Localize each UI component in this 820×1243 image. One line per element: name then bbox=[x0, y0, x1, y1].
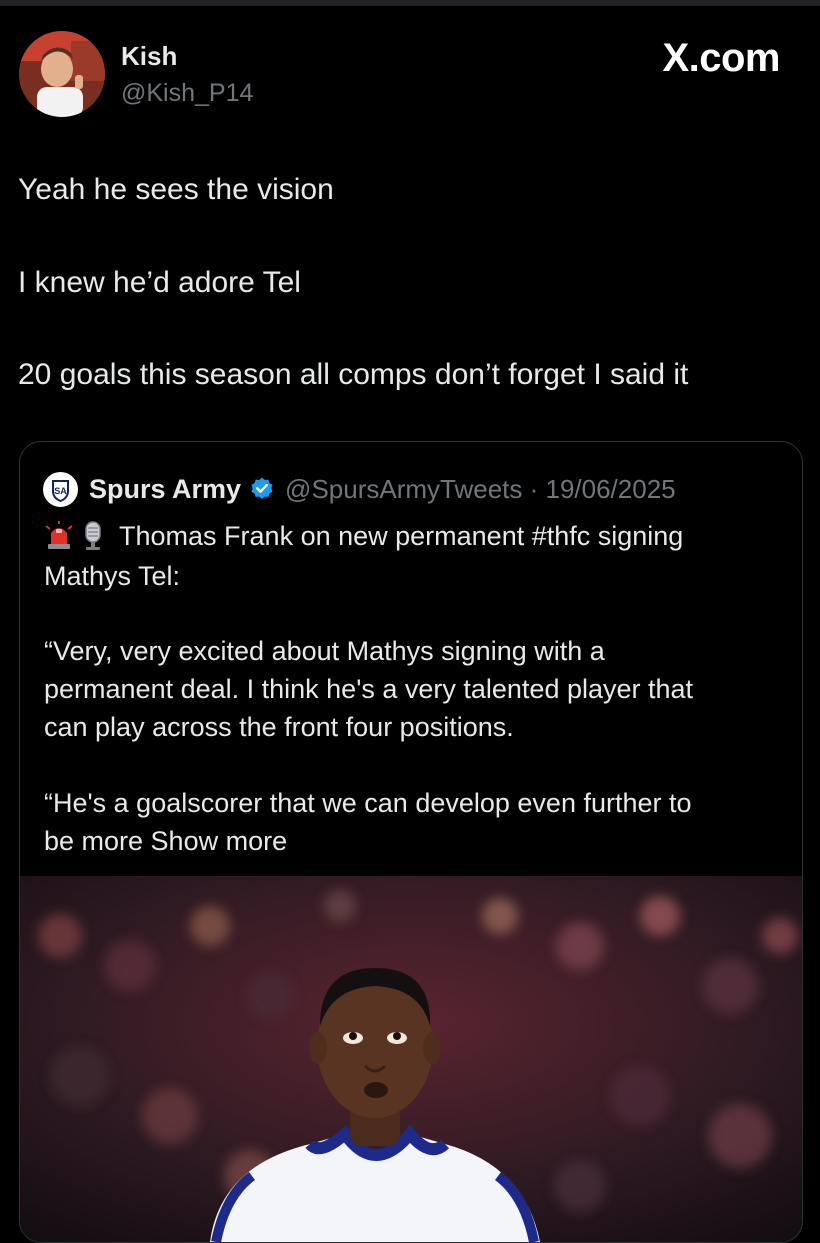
quoted-text-line: Thomas Frank on new permanent #thfc sign… bbox=[44, 520, 683, 552]
quoted-tweet-header: SA Spurs Army @SpursArmyTweets · 19/06/2… bbox=[43, 471, 676, 507]
author-handle[interactable]: @Kish_P14 bbox=[121, 79, 253, 108]
author-name[interactable]: Kish bbox=[121, 41, 177, 72]
tweet-text-line: I knew he’d adore Tel bbox=[18, 266, 301, 299]
quoted-text-line[interactable]: be more Show more bbox=[44, 826, 287, 857]
top-bar bbox=[0, 0, 820, 6]
quoted-text-line: “Very, very excited about Mathys signing… bbox=[44, 636, 605, 666]
avatar-image bbox=[19, 31, 105, 117]
tweet-text-line: 20 goals this season all comps don’t for… bbox=[18, 358, 689, 391]
quoted-text-line: “He's a goalscorer that we can develop e… bbox=[44, 788, 692, 818]
quoted-author-name[interactable]: Spurs Army bbox=[89, 474, 241, 505]
quoted-text-line: can play across the front four positions… bbox=[44, 712, 514, 742]
author-avatar[interactable] bbox=[19, 31, 105, 117]
quoted-media-image[interactable] bbox=[20, 876, 802, 1242]
rotating-light-icon bbox=[45, 521, 73, 549]
quoted-text-line: Mathys Tel: bbox=[44, 561, 181, 591]
spurs-army-logo[interactable]: SA bbox=[43, 471, 78, 507]
quoted-text-line: permanent deal. I think he's a very tale… bbox=[44, 674, 694, 704]
player-photo bbox=[20, 876, 802, 1242]
tweet-text-line: Yeah he sees the vision bbox=[18, 173, 334, 206]
quoted-text: Thomas Frank on new permanent #thfc sign… bbox=[119, 521, 684, 551]
logo-lettering: SA bbox=[54, 486, 67, 496]
quoted-handle-date[interactable]: @SpursArmyTweets · 19/06/2025 bbox=[285, 474, 676, 505]
x-logo: X.com bbox=[662, 36, 780, 80]
studio-microphone-icon bbox=[85, 521, 101, 550]
verified-badge-icon bbox=[251, 477, 273, 499]
quoted-tweet-card[interactable]: SA Spurs Army @SpursArmyTweets · 19/06/2… bbox=[19, 441, 803, 1243]
shield-icon: SA bbox=[45, 474, 76, 504]
